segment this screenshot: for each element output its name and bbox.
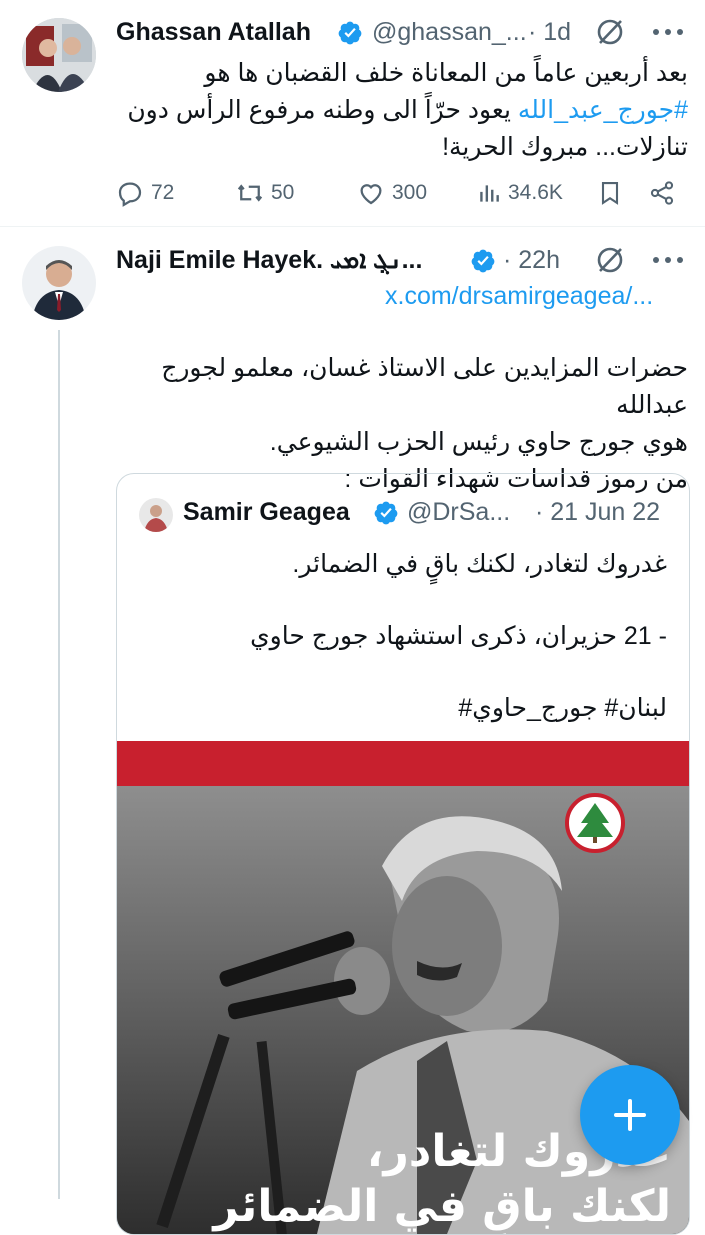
views-count: 34.6K (508, 181, 563, 204)
avatar[interactable] (22, 18, 96, 92)
tweet-text-span: يعود حرّاً الى وطنه مرفوع الرأس دون (127, 96, 518, 124)
verified-badge-icon (337, 20, 363, 51)
bookmark-icon[interactable] (596, 178, 624, 213)
grok-icon[interactable] (594, 244, 626, 281)
reply-button[interactable]: 72 (115, 178, 174, 208)
quoted-author-handle: @DrSa... (407, 498, 511, 526)
tweet-time[interactable]: · 22h (503, 246, 560, 275)
reply-count: 72 (151, 181, 175, 204)
hashtag-link[interactable]: #جورج_عبد_الله (518, 96, 688, 124)
like-count: 300 (392, 181, 428, 204)
quoted-author-name: Samir Geagea (183, 498, 350, 526)
tweet-text-line: تنازلات... مبروك الحرية! (442, 133, 688, 161)
heart-icon (360, 184, 382, 205)
avatar[interactable] (22, 246, 96, 320)
grok-icon[interactable] (594, 16, 626, 53)
author-name[interactable]: Naji Emile Hayek. ܢܓ݂ ܐܡܝ... (116, 246, 422, 275)
image-caption: لكنك باقٍ في الضمائر (213, 1181, 671, 1232)
tweet-text-line: حضرات المزايدين على الاستاذ غسان، معلمو … (161, 354, 688, 419)
tweet-text-line: بعد أربعين عاماً من المعاناة خلف القضبان… (204, 59, 688, 87)
thread-line (58, 330, 60, 1199)
repost-button[interactable]: 50 (235, 178, 294, 208)
author-handle[interactable]: @ghassan_... (372, 18, 527, 47)
tweet-text-line: غدروك لتغادر، لكنك باقٍ في الضمائر. (292, 550, 667, 578)
more-options-icon[interactable] (648, 22, 688, 47)
tweet-time[interactable]: · 1d (528, 18, 571, 47)
plus-icon (614, 1099, 646, 1131)
tweet-text-line: هوي جورج حاوي رئيس الحزب الشيوعي. (269, 428, 688, 456)
tweet-text-line: - 21 حزيران، ذكرى استشهاد جورج حاوي (250, 622, 667, 650)
author-name[interactable]: Ghassan Atallah (116, 18, 311, 47)
tweet-text-line: #جورج_عبد_الله يعود حرّاً الى وطنه مرفوع… (116, 92, 688, 129)
compose-button[interactable] (580, 1065, 680, 1165)
reply-icon (118, 182, 142, 207)
avatar (139, 498, 173, 532)
tweet-text: بعد أربعين عاماً من المعاناة خلف القضبان… (116, 55, 688, 166)
views-icon (480, 185, 499, 202)
quoted-media-image[interactable]: غدروك لتغادر، لكنك باقٍ في الضمائر (117, 741, 689, 1234)
more-options-icon[interactable] (648, 250, 688, 275)
views-button[interactable]: 34.6K (476, 178, 563, 208)
repost-icon (237, 184, 263, 202)
quoted-tweet-time: · 21 Jun 22 (535, 498, 661, 526)
verified-badge-icon (470, 248, 496, 279)
share-icon[interactable] (648, 178, 676, 213)
external-link[interactable]: x.com/drsamirgeagea/... (385, 282, 653, 311)
quoted-tweet-text: غدروك لتغادر، لكنك باقٍ في الضمائر. - 21… (137, 546, 667, 726)
divider (0, 226, 705, 227)
verified-badge-icon (373, 500, 399, 531)
tweet-text-line: لبنان# جورج_حاوي# (458, 694, 667, 722)
repost-count: 50 (271, 181, 295, 204)
like-button[interactable]: 300 (356, 178, 427, 208)
